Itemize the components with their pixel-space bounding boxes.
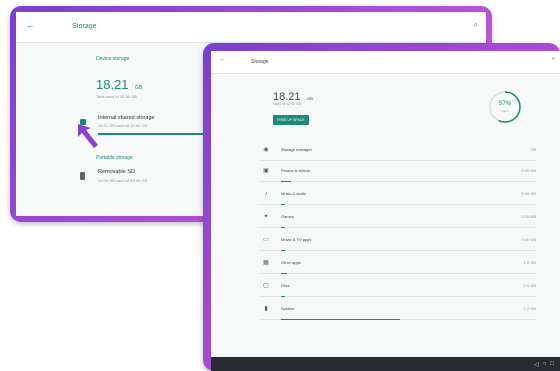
category-label: Games	[281, 214, 294, 219]
sd-title: Removable SD	[98, 169, 135, 175]
category-label: System	[281, 306, 295, 311]
category-usage-bar	[281, 181, 291, 182]
front-used-caption: Used of 32.00 GB	[273, 102, 301, 106]
sd-card-icon	[80, 172, 85, 180]
usage-percent: 57%	[498, 101, 511, 107]
category-label: Music & audio	[281, 191, 307, 196]
front-title: Storage	[251, 59, 269, 65]
section-portable-storage: Portable storage	[96, 155, 133, 161]
used-unit: GB	[135, 85, 143, 91]
usage-ring: 57% Used	[487, 89, 523, 125]
category-usage-bar	[281, 319, 400, 320]
category-value: 0.0 GB	[523, 283, 536, 288]
nav-home-icon[interactable]: ○	[543, 361, 547, 367]
category-label: Files	[281, 283, 290, 288]
storage-category-row[interactable]: ▦ Other apps 1.5 GB	[259, 252, 536, 274]
category-value: 0.00 GB	[521, 168, 536, 173]
category-icon: ▢	[263, 283, 269, 289]
category-value: 0.00 GB	[521, 191, 536, 196]
used-value: 18.21	[96, 77, 129, 92]
category-icon: ▮	[264, 306, 268, 312]
front-window-screen: ← Storage ⌕ 18.21 GB Used of 32.00 GB FR…	[211, 51, 560, 371]
category-icon: ♪	[264, 190, 268, 197]
back-arrow-icon[interactable]: ←	[219, 56, 226, 63]
system-navigation-bar: ◁ ○ □	[211, 357, 560, 371]
used-caption: Total used of 32.00 GB	[96, 94, 137, 99]
front-used-unit: GB	[306, 96, 313, 101]
usage-percent-caption: Used	[501, 109, 509, 113]
category-icon: ▣	[263, 168, 269, 174]
back-title: Storage	[72, 23, 97, 30]
category-usage-bar	[281, 296, 285, 297]
category-icon: ✦	[263, 214, 269, 220]
category-label: Movie & TV apps	[281, 237, 312, 242]
category-value: 1.5 GB	[523, 260, 536, 265]
storage-manager-row[interactable]: ◉ Storage manager Off	[259, 139, 536, 161]
storage-category-row[interactable]: ▢ Files 0.0 GB	[259, 275, 536, 297]
back-arrow-icon[interactable]: ←	[26, 20, 35, 30]
category-value: 7.1 GB	[523, 306, 536, 311]
category-label: Other apps	[281, 260, 301, 265]
section-device-storage: Device storage	[96, 56, 130, 62]
cursor-arrow-icon	[78, 124, 98, 148]
storage-manager-icon: ◉	[263, 147, 269, 153]
category-usage-bar	[281, 273, 287, 274]
front-window-frame: ← Storage ⌕ 18.21 GB Used of 32.00 GB FR…	[203, 43, 560, 371]
nav-recents-icon[interactable]: □	[550, 361, 554, 367]
storage-category-row[interactable]: ▭ Movie & TV apps 0.00 GB	[259, 229, 536, 251]
search-icon[interactable]: ⌕	[474, 20, 478, 30]
used-summary: 18.21 GB	[96, 76, 142, 94]
search-icon[interactable]: ⌕	[552, 56, 555, 63]
storage-manager-label: Storage manager	[281, 147, 312, 152]
free-up-space-button[interactable]: FREE UP SPACE	[273, 115, 309, 125]
nav-back-icon[interactable]: ◁	[534, 361, 539, 368]
storage-manager-toggle[interactable]: Off	[531, 147, 536, 152]
category-usage-bar	[281, 250, 285, 251]
category-usage-bar	[281, 204, 285, 205]
front-app-bar: ← Storage ⌕	[211, 51, 560, 74]
usage-ring-graphic	[489, 91, 521, 123]
category-value: 0.00 GB	[521, 237, 536, 242]
sd-caption: 32.00 GB used of 64.00 GB	[98, 178, 148, 183]
storage-category-row[interactable]: ♪ Music & audio 0.00 GB	[259, 183, 536, 205]
storage-category-row[interactable]: ▮ System 7.1 GB	[259, 298, 536, 320]
category-icon: ▭	[263, 237, 269, 243]
back-app-bar: ← Storage ⌕	[16, 12, 486, 43]
category-label: Photos & videos	[281, 168, 310, 173]
category-icon: ▦	[263, 260, 269, 266]
category-value: 0.00 GB	[521, 214, 536, 219]
storage-category-row[interactable]: ▣ Photos & videos 0.00 GB	[259, 160, 536, 182]
storage-category-row[interactable]: ✦ Games 0.00 GB	[259, 206, 536, 228]
category-usage-bar	[281, 227, 285, 228]
